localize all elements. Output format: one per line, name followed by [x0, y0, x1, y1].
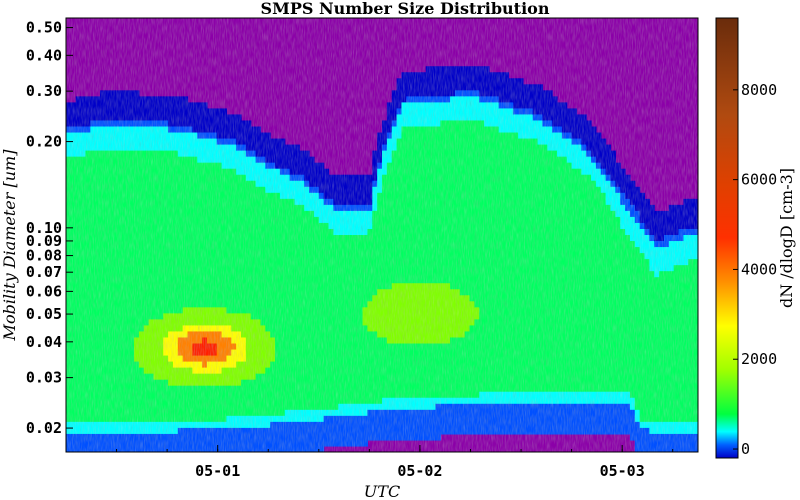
chart-title: SMPS Number Size Distribution	[261, 0, 550, 18]
smps-chart: SMPS Number Size Distribution 05-01 05-0…	[0, 0, 796, 500]
heatmap-plot	[66, 18, 698, 452]
